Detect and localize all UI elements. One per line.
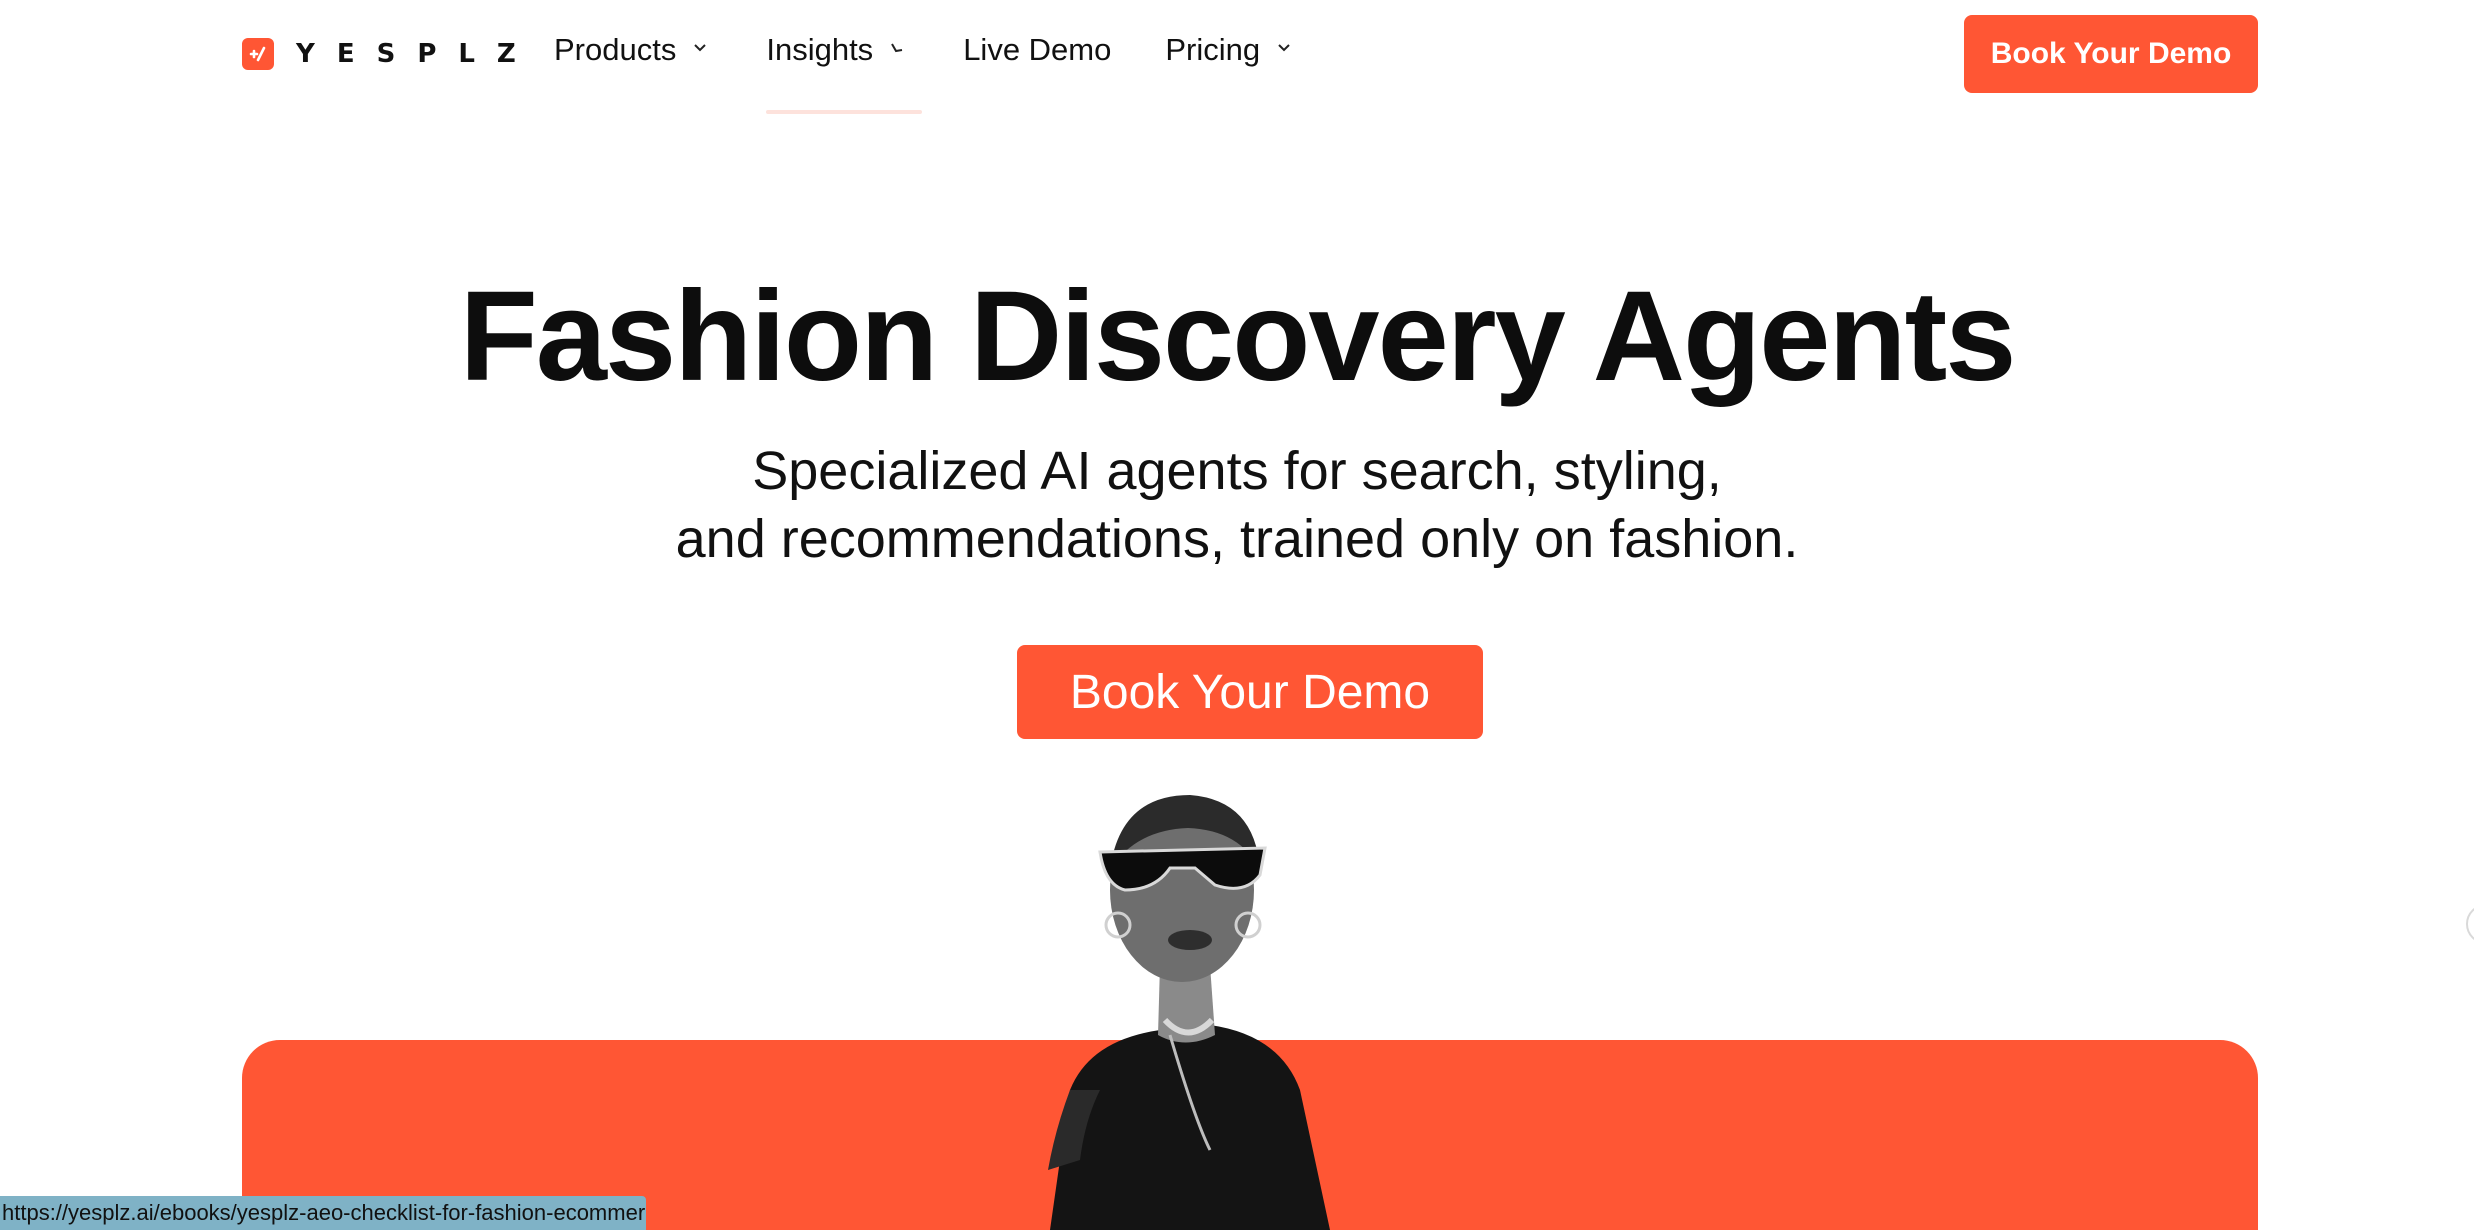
logo-text: YESPLZ: [296, 39, 538, 69]
nav-active-underline: [766, 110, 923, 114]
chevron-down-icon: [891, 43, 903, 53]
hero-subtitle-line-2: and recommendations, trained only on fas…: [675, 509, 1799, 569]
floating-widget-button[interactable]: [2466, 904, 2474, 944]
hero-book-demo-button[interactable]: Book Your Demo: [1017, 645, 1483, 739]
main-nav: Products Insights Live Demo Pricing: [554, 0, 1294, 116]
hero-subtitle: Specialized AI agents for search, stylin…: [0, 437, 2474, 573]
nav-products[interactable]: Products: [554, 0, 710, 116]
fashion-model-image: [1048, 795, 1330, 1230]
nav-insights-label: Insights: [766, 32, 874, 67]
nav-live-demo-label: Live Demo: [963, 32, 1112, 67]
chevron-down-icon: [694, 44, 707, 52]
nav-live-demo[interactable]: Live Demo: [963, 0, 1111, 116]
site-header: YESPLZ Products Insights Live Demo Prici…: [0, 0, 2474, 116]
hero-title: Fashion Discovery Agents: [459, 265, 2017, 408]
page: YESPLZ Products Insights Live Demo Prici…: [0, 0, 2474, 1230]
nav-products-label: Products: [554, 32, 677, 67]
status-bar-url: https://yesplz.ai/ebooks/yesplz-aeo-chec…: [0, 1196, 646, 1230]
header-book-demo-button[interactable]: Book Your Demo: [1964, 15, 2258, 93]
nav-pricing[interactable]: Pricing: [1165, 0, 1294, 116]
nav-pricing-label: Pricing: [1165, 32, 1261, 67]
logo[interactable]: YESPLZ: [242, 38, 538, 70]
hero-subtitle-line-1: Specialized AI agents for search, stylin…: [752, 441, 1722, 501]
yesplz-logo-icon: [242, 38, 274, 70]
chevron-down-icon: [1278, 44, 1290, 52]
nav-insights[interactable]: Insights: [766, 0, 923, 116]
